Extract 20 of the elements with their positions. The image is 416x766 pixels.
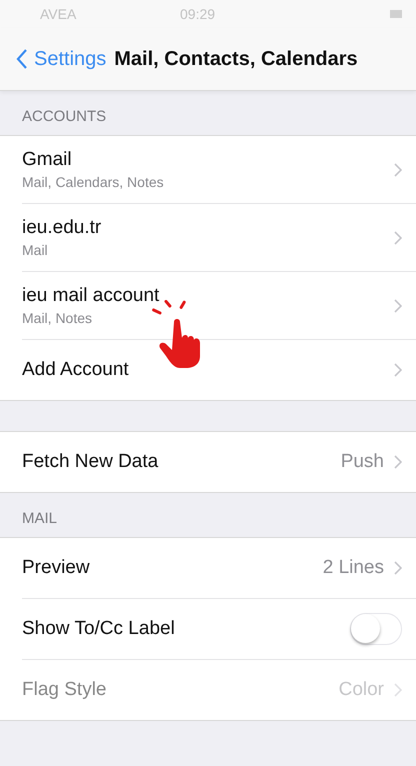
page-title: Mail, Contacts, Calendars <box>114 48 358 70</box>
chevron-icon <box>394 162 402 176</box>
settings-row[interactable]: Show To/Cc Label <box>22 599 416 660</box>
chevron-icon <box>394 363 402 377</box>
settings-row[interactable]: Preview 2 Lines <box>22 538 416 599</box>
settings-row[interactable]: Gmail Mail, Calendars, Notes <box>22 136 416 204</box>
section-header: ACCOUNTS <box>22 108 106 125</box>
chevron-icon <box>394 455 402 469</box>
chevron-icon <box>394 683 402 697</box>
settings-row[interactable]: ieu.edu.tr Mail <box>22 204 416 272</box>
toggle-switch[interactable] <box>350 613 402 645</box>
settings-row[interactable]: ieu mail account Mail, Notes <box>22 272 416 340</box>
settings-row[interactable]: Flag Style Color <box>22 660 416 720</box>
section-header: MAIL <box>22 510 58 527</box>
chevron-icon <box>394 298 402 312</box>
chevron-icon <box>394 561 402 575</box>
chevron-icon <box>394 230 402 244</box>
battery-icon <box>390 10 402 18</box>
back-chevron-icon <box>16 48 28 70</box>
settings-row[interactable]: Add Account <box>22 340 416 400</box>
